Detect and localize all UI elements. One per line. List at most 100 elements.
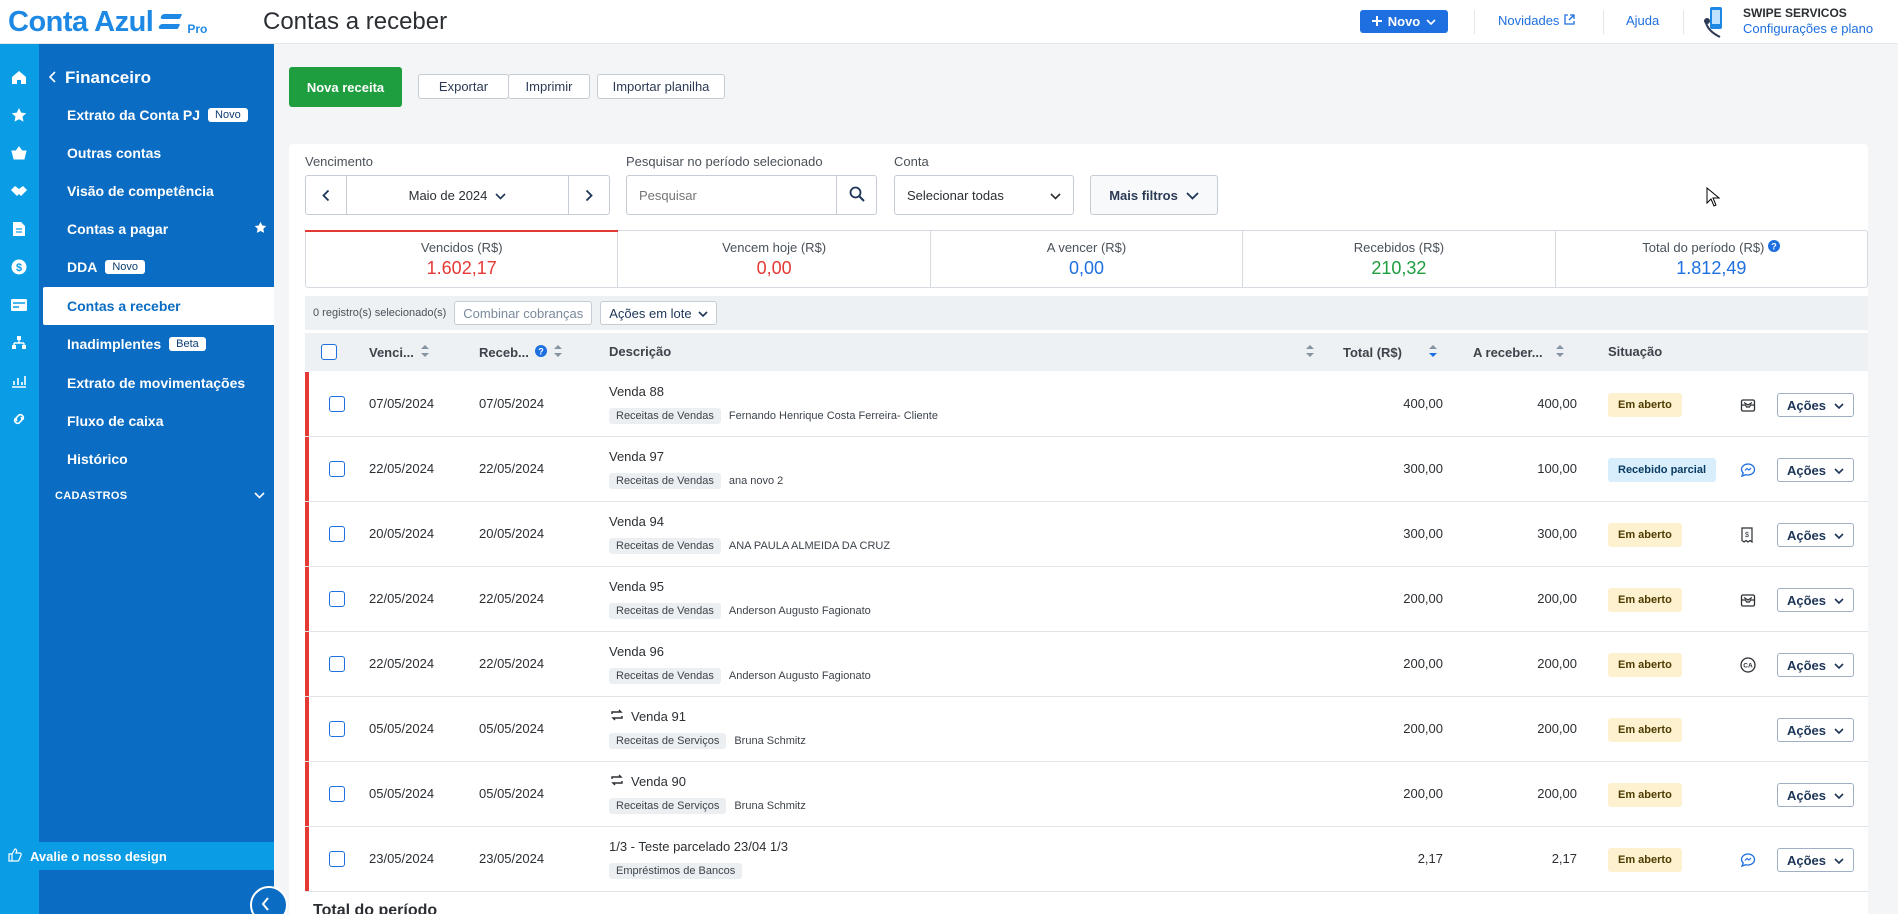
mais-filtros-button[interactable]: Mais filtros bbox=[1090, 175, 1218, 215]
envelope-icon[interactable] bbox=[1740, 397, 1756, 413]
description[interactable]: Venda 95 bbox=[609, 579, 664, 594]
row-checkbox[interactable] bbox=[329, 721, 345, 737]
table-row[interactable]: 22/05/2024 22/05/2024 Venda 96 Receitas de … bbox=[305, 632, 1868, 697]
description[interactable]: Venda 88 bbox=[609, 384, 664, 399]
row-checkbox[interactable] bbox=[329, 396, 345, 412]
description[interactable]: Venda 96 bbox=[609, 644, 664, 659]
col-descricao[interactable]: Descrição bbox=[609, 344, 671, 359]
col-total[interactable]: Total (R$) bbox=[1343, 344, 1438, 361]
row-actions-button[interactable]: Ações bbox=[1777, 718, 1854, 742]
account-info[interactable]: SWIPE SERVICOS Configurações e plano bbox=[1743, 5, 1873, 37]
row-checkbox[interactable] bbox=[329, 656, 345, 672]
row-checkbox[interactable] bbox=[329, 786, 345, 802]
sidebar-item-visao-competencia[interactable]: Visão de competência bbox=[67, 183, 214, 199]
select-all-checkbox[interactable] bbox=[321, 344, 337, 360]
home-icon[interactable] bbox=[8, 66, 30, 88]
sort-descricao[interactable] bbox=[1305, 344, 1315, 361]
document-icon[interactable] bbox=[8, 218, 30, 240]
row-actions-button[interactable]: Ações bbox=[1777, 458, 1854, 482]
row-actions-button[interactable]: Ações bbox=[1777, 653, 1854, 677]
novidades-link[interactable]: Novidades bbox=[1498, 13, 1576, 28]
sidebar-item-extrato-pj[interactable]: Extrato da Conta PJ Novo bbox=[67, 107, 248, 123]
help-icon[interactable]: ? bbox=[534, 345, 547, 360]
sidebar-item-outras-contas[interactable]: Outras contas bbox=[67, 145, 161, 161]
organization-icon[interactable] bbox=[8, 332, 30, 354]
search-button[interactable] bbox=[836, 176, 876, 214]
row-checkbox[interactable] bbox=[329, 461, 345, 477]
card-icon[interactable] bbox=[8, 294, 30, 316]
sidebar-item-inadimplentes[interactable]: Inadimplentes Beta bbox=[67, 336, 206, 352]
sidebar-item-contas-receber[interactable]: Contas a receber bbox=[43, 287, 274, 325]
cadastros-section[interactable]: CADASTROS bbox=[55, 490, 265, 502]
table-row[interactable]: 22/05/2024 22/05/2024 Venda 97 Receitas de … bbox=[305, 437, 1868, 502]
feedback-link[interactable]: Avalie o nosso design bbox=[0, 842, 274, 870]
dollar-icon[interactable]: $ bbox=[8, 256, 30, 278]
summary-a-vencer[interactable]: A vencer (R$) 0,00 bbox=[931, 231, 1244, 287]
imprimir-button[interactable]: Imprimir bbox=[508, 74, 590, 99]
description[interactable]: 1/3 - Teste parcelado 23/04 1/3 bbox=[609, 839, 788, 854]
sidebar-item-extrato-movimentacoes[interactable]: Extrato de movimentações bbox=[67, 375, 245, 391]
table-row[interactable]: 05/05/2024 05/05/2024 Venda 91 Receitas de … bbox=[305, 697, 1868, 762]
period-dropdown[interactable]: Maio de 2024 bbox=[346, 176, 569, 214]
link-icon[interactable] bbox=[8, 408, 30, 430]
favorite-star-icon[interactable] bbox=[254, 221, 267, 237]
account-avatar[interactable] bbox=[1700, 3, 1730, 41]
conta-select[interactable]: Selecionar todas bbox=[894, 175, 1074, 215]
receive-date: 05/05/2024 bbox=[479, 786, 545, 801]
description[interactable]: Venda 90 bbox=[609, 774, 686, 789]
invoice-icon[interactable]: $ bbox=[1740, 527, 1756, 544]
sidebar-item-dda[interactable]: DDA Novo bbox=[67, 259, 146, 275]
previous-period-button[interactable] bbox=[306, 176, 346, 214]
table-row[interactable]: 20/05/2024 20/05/2024 Venda 94 Receitas de … bbox=[305, 502, 1868, 567]
financeiro-back[interactable]: Financeiro bbox=[48, 68, 151, 88]
chat-icon[interactable] bbox=[1740, 462, 1756, 478]
row-actions-button[interactable]: Ações bbox=[1777, 523, 1854, 547]
chart-icon[interactable] bbox=[8, 370, 30, 392]
col-vencimento[interactable]: Venci... bbox=[369, 344, 430, 361]
row-actions-button[interactable]: Ações bbox=[1777, 393, 1854, 417]
search-input[interactable] bbox=[627, 176, 836, 214]
row-checkbox[interactable] bbox=[329, 526, 345, 542]
a-receber-value: 2,17 bbox=[1551, 851, 1577, 866]
settings-and-plan-link[interactable]: Configurações e plano bbox=[1743, 21, 1873, 37]
chat-icon[interactable] bbox=[1740, 852, 1756, 868]
table-row[interactable]: 22/05/2024 22/05/2024 Venda 95 Receitas de … bbox=[305, 567, 1868, 632]
row-actions-button[interactable]: Ações bbox=[1777, 848, 1854, 872]
conta-azul-logo[interactable]: Conta Azul Pro bbox=[8, 4, 207, 40]
next-period-button[interactable] bbox=[569, 176, 609, 214]
help-icon[interactable]: ? bbox=[1768, 239, 1781, 255]
ajuda-link[interactable]: Ajuda bbox=[1626, 13, 1659, 28]
importar-planilha-button[interactable]: Importar planilha bbox=[597, 74, 725, 99]
recurring-icon bbox=[609, 774, 625, 789]
envelope-icon[interactable] bbox=[1740, 592, 1756, 608]
summary-total-periodo[interactable]: Total do período (R$) ? 1.812,49 bbox=[1556, 231, 1867, 287]
row-checkbox[interactable] bbox=[329, 851, 345, 867]
description[interactable]: Venda 97 bbox=[609, 449, 664, 464]
sidebar-item-contas-pagar[interactable]: Contas a pagar bbox=[67, 221, 267, 237]
collapse-sidebar-button[interactable] bbox=[250, 886, 288, 914]
description[interactable]: Venda 94 bbox=[609, 514, 664, 529]
row-actions-button[interactable]: Ações bbox=[1777, 783, 1854, 807]
sidebar-item-fluxo-caixa[interactable]: Fluxo de caixa bbox=[67, 413, 163, 429]
star-icon[interactable] bbox=[8, 104, 30, 126]
summary-vencidos[interactable]: Vencidos (R$) 1.602,17 bbox=[304, 230, 619, 287]
col-recebimento[interactable]: Receb... ? bbox=[479, 344, 563, 361]
table-row[interactable]: 07/05/2024 07/05/2024 Venda 88 Receitas de … bbox=[305, 372, 1868, 437]
table-row[interactable]: 05/05/2024 05/05/2024 Venda 90 Receitas de … bbox=[305, 762, 1868, 827]
nova-receita-button[interactable]: Nova receita bbox=[289, 67, 402, 107]
summary-recebidos[interactable]: Recebidos (R$) 210,32 bbox=[1243, 231, 1556, 287]
summary-vencem-hoje[interactable]: Vencem hoje (R$) 0,00 bbox=[618, 231, 931, 287]
table-row[interactable]: 23/05/2024 23/05/2024 1/3 - Teste parcelad… bbox=[305, 827, 1868, 892]
ca-icon[interactable]: CA bbox=[1740, 657, 1756, 673]
combinar-cobrancas-button[interactable]: Combinar cobranças bbox=[454, 301, 593, 325]
handshake-icon[interactable] bbox=[8, 180, 30, 202]
exportar-button[interactable]: Exportar bbox=[418, 74, 509, 99]
description[interactable]: Venda 91 bbox=[609, 709, 686, 724]
acoes-em-lote-button[interactable]: Ações em lote bbox=[600, 301, 717, 325]
sidebar-item-historico[interactable]: Histórico bbox=[67, 451, 128, 467]
basket-icon[interactable] bbox=[8, 142, 30, 164]
novo-button[interactable]: Novo bbox=[1360, 10, 1448, 33]
col-a-receber[interactable]: A receber... bbox=[1473, 344, 1565, 361]
row-actions-button[interactable]: Ações bbox=[1777, 588, 1854, 612]
row-checkbox[interactable] bbox=[329, 591, 345, 607]
